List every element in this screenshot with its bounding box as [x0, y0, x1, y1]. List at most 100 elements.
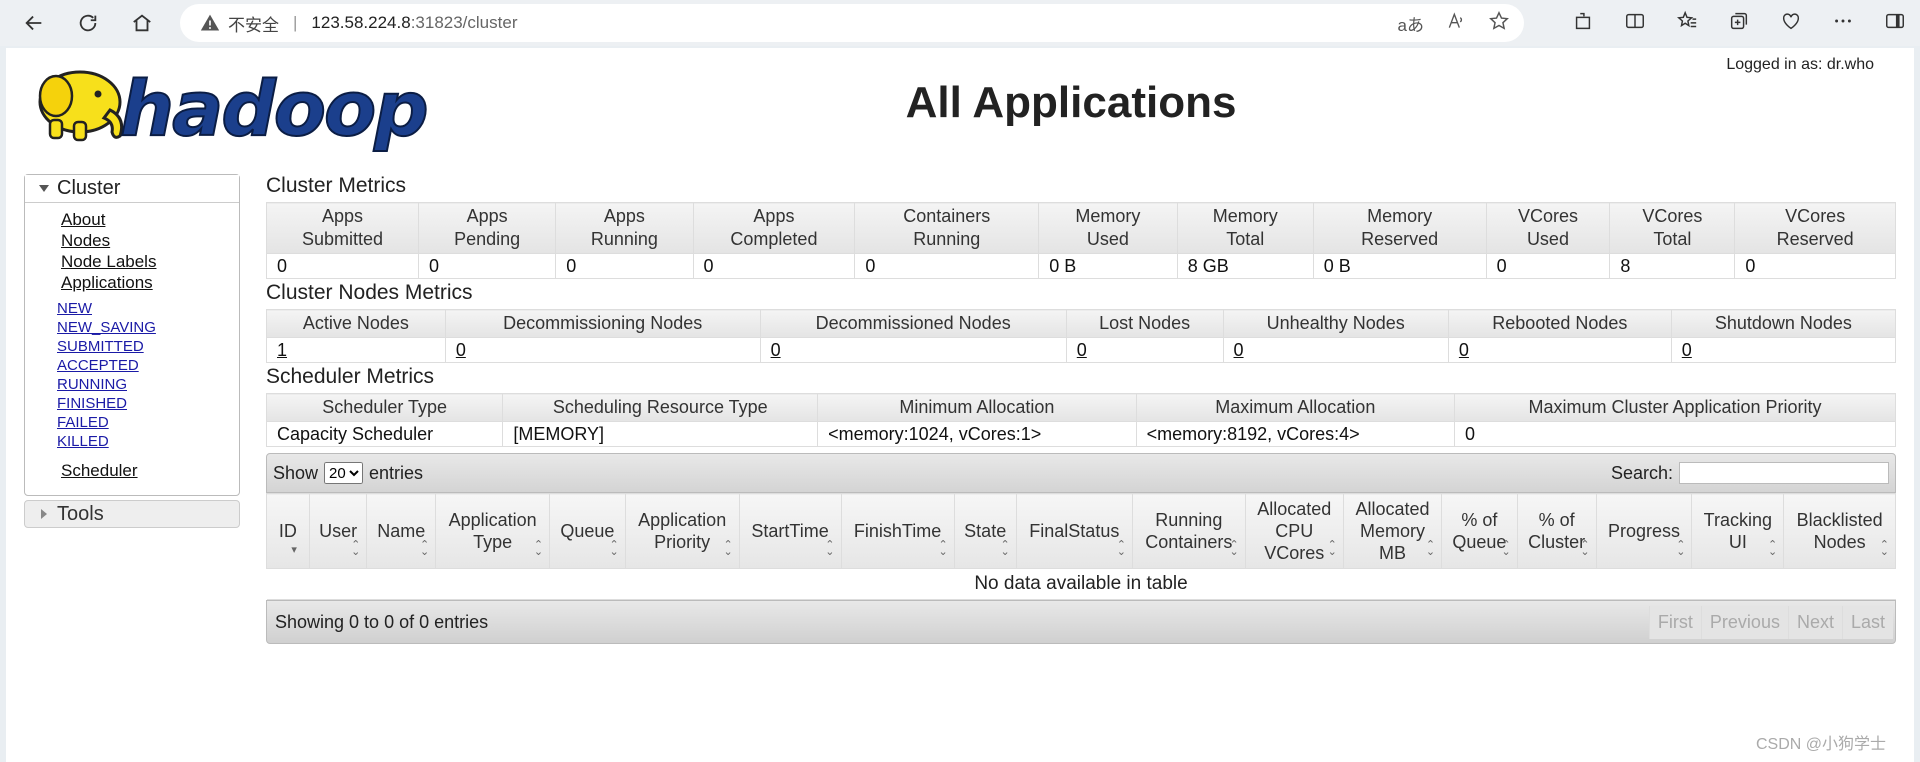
sidebar-state-new[interactable]: NEW — [57, 299, 239, 318]
header-text: Apps — [466, 206, 508, 226]
column-header[interactable]: % of Queue ⌃ ⌄ — [1441, 493, 1518, 569]
cluster-header[interactable]: Cluster — [25, 175, 239, 203]
cluster-metric-value: 0 B — [1038, 253, 1178, 279]
pager-previous-button[interactable]: Previous — [1700, 605, 1788, 639]
header-text: Running — [1155, 510, 1223, 530]
sidebar-state-submitted[interactable]: SUBMITTED — [57, 337, 239, 356]
read-aloud-icon[interactable] — [1446, 11, 1466, 36]
cluster-menu: Cluster About Nodes Node Labels Applicat… — [24, 174, 240, 496]
column-header[interactable]: Application Priority ⌃ ⌄ — [624, 493, 740, 569]
header-text: Apps — [753, 206, 795, 226]
node-metric-link[interactable]: 0 — [1459, 340, 1469, 360]
back-icon[interactable] — [16, 5, 52, 41]
browser-essentials-icon[interactable] — [1780, 10, 1802, 37]
header-text: VCores — [1642, 206, 1703, 226]
node-metric-link[interactable]: 0 — [1682, 340, 1692, 360]
column-header[interactable]: FinishTime ⌃ ⌄ — [840, 493, 955, 569]
node-metric-value: 0 — [1670, 337, 1897, 363]
header-text: Used — [1526, 229, 1569, 249]
column-header[interactable]: Name ⌃ ⌄ — [366, 493, 437, 569]
search-input[interactable] — [1679, 462, 1889, 484]
column-header[interactable]: Allocated CPU VCores ⌃ ⌄ — [1244, 493, 1344, 569]
favorites-icon[interactable] — [1676, 10, 1698, 37]
header-text: Submitted — [301, 229, 384, 249]
column-header[interactable]: User ⌃ ⌄ — [308, 493, 368, 569]
cluster-metric-value: 0 — [1485, 253, 1611, 279]
sidebar-state-killed[interactable]: KILLED — [57, 432, 239, 451]
header-text: VCores — [1264, 543, 1325, 563]
column-header[interactable]: ID ▾ — [266, 493, 310, 569]
cluster-metric-header: Apps Submitted — [266, 202, 419, 254]
node-metric-link[interactable]: 0 — [1077, 340, 1087, 360]
column-header[interactable]: Running Containers ⌃ ⌄ — [1131, 493, 1246, 569]
address-bar[interactable]: 不安全 | 123.58.224.8:31823/cluster aあ — [180, 4, 1524, 42]
node-metric-link[interactable]: 0 — [1234, 340, 1244, 360]
column-header[interactable]: Blacklisted Nodes ⌃ ⌄ — [1783, 493, 1896, 569]
column-header[interactable]: Application Type ⌃ ⌄ — [435, 493, 551, 569]
pagination: First Previous Next Last — [1648, 605, 1893, 639]
refresh-icon[interactable] — [70, 5, 106, 41]
sidebar-state-accepted[interactable]: ACCEPTED — [57, 356, 239, 375]
column-header[interactable]: % of Cluster ⌃ ⌄ — [1516, 493, 1597, 569]
login-info: Logged in as: dr.who — [1726, 56, 1874, 73]
tools-menu[interactable]: Tools — [24, 500, 240, 528]
node-metric-value: 0 — [1222, 337, 1449, 363]
entries-select[interactable]: 20 — [324, 462, 364, 484]
url-path: :31823/cluster — [410, 13, 518, 32]
column-header[interactable]: Progress ⌃ ⌄ — [1595, 493, 1693, 569]
pager-first-button[interactable]: First — [1648, 605, 1701, 639]
sidebar-state-new-saving[interactable]: NEW_SAVING — [57, 318, 239, 337]
main-content: Cluster Metrics Apps Submitted Apps Pending… — [265, 174, 1902, 644]
header-text: Total — [1226, 229, 1265, 249]
sort-desc-icon: ▾ — [291, 544, 297, 556]
more-menu-icon[interactable] — [1832, 10, 1854, 37]
extensions-icon[interactable] — [1572, 10, 1594, 37]
collections-icon[interactable] — [1728, 10, 1750, 37]
column-header[interactable]: Allocated Memory MB ⌃ ⌄ — [1342, 493, 1443, 569]
header-text: VCores — [1517, 206, 1578, 226]
header-text: Apps — [321, 206, 363, 226]
node-metric-header: Lost Nodes — [1065, 309, 1224, 338]
sidebar-state-finished[interactable]: FINISHED — [57, 394, 239, 413]
sidebar-link-scheduler[interactable]: Scheduler — [61, 461, 138, 480]
pager-next-button[interactable]: Next — [1787, 605, 1842, 639]
sidebar-link-node-labels[interactable]: Node Labels — [61, 251, 239, 272]
header-text: Used — [1086, 229, 1129, 249]
sort-icon: ⌃ ⌄ — [533, 539, 544, 558]
column-header[interactable]: FinalStatus ⌃ ⌄ — [1015, 493, 1133, 569]
node-metric-link[interactable]: 0 — [771, 340, 781, 360]
apps-table-footer: Showing 0 to 0 of 0 entries First Previo… — [266, 600, 1896, 644]
insecure-label: 不安全 — [228, 15, 279, 35]
sort-icon: ⌃ ⌄ — [1116, 539, 1126, 558]
table-info: Showing 0 to 0 of 0 entries — [275, 611, 489, 632]
sidebar-link-nodes[interactable]: Nodes — [61, 230, 239, 251]
sidebar-link-about[interactable]: About — [61, 209, 239, 230]
cluster-metrics-title: Cluster Metrics — [266, 174, 407, 197]
header-text: ID — [278, 521, 297, 541]
favorite-star-icon[interactable] — [1488, 10, 1510, 37]
cluster-metric-header: Apps Completed — [692, 202, 856, 254]
column-header[interactable]: StartTime ⌃ ⌄ — [738, 493, 842, 569]
sidebar-state-running[interactable]: RUNNING — [57, 375, 239, 394]
sort-icon: ⌃ ⌄ — [723, 539, 733, 558]
cluster-metric-header: Memory Used — [1038, 202, 1178, 254]
pager-last-button[interactable]: Last — [1841, 605, 1893, 639]
sort-icon: ⌃ ⌄ — [351, 539, 361, 558]
sidebar-toggle-icon[interactable] — [1884, 10, 1906, 37]
sidebar-state-failed[interactable]: FAILED — [57, 413, 239, 432]
applications-table: ID ▾ User ⌃ ⌄ Name ⌃ ⌄ Application Type ⌃ ⌄ Queue ⌃ ⌄ A… — [266, 493, 1896, 600]
translate-icon[interactable]: aあ — [1398, 11, 1424, 36]
sort-icon: ⌃ ⌄ — [609, 539, 619, 558]
page-title: All Applications — [905, 78, 1237, 127]
search-label: Search: — [1610, 462, 1673, 483]
node-metric-link[interactable]: 0 — [456, 340, 466, 360]
column-header[interactable]: Tracking UI ⌃ ⌄ — [1691, 493, 1785, 569]
node-metric-link[interactable]: 1 — [277, 340, 287, 360]
column-header[interactable]: State ⌃ ⌄ — [953, 493, 1017, 569]
home-icon[interactable] — [124, 5, 160, 41]
sidebar-link-applications[interactable]: Applications — [61, 272, 239, 293]
column-header[interactable]: Queue ⌃ ⌄ — [549, 493, 626, 569]
split-screen-icon[interactable] — [1624, 10, 1646, 37]
sort-icon: ⌃ ⌄ — [1425, 539, 1436, 558]
scheduler-metrics-table: Scheduler Type Scheduling Resource Type Mi… — [265, 393, 1896, 447]
